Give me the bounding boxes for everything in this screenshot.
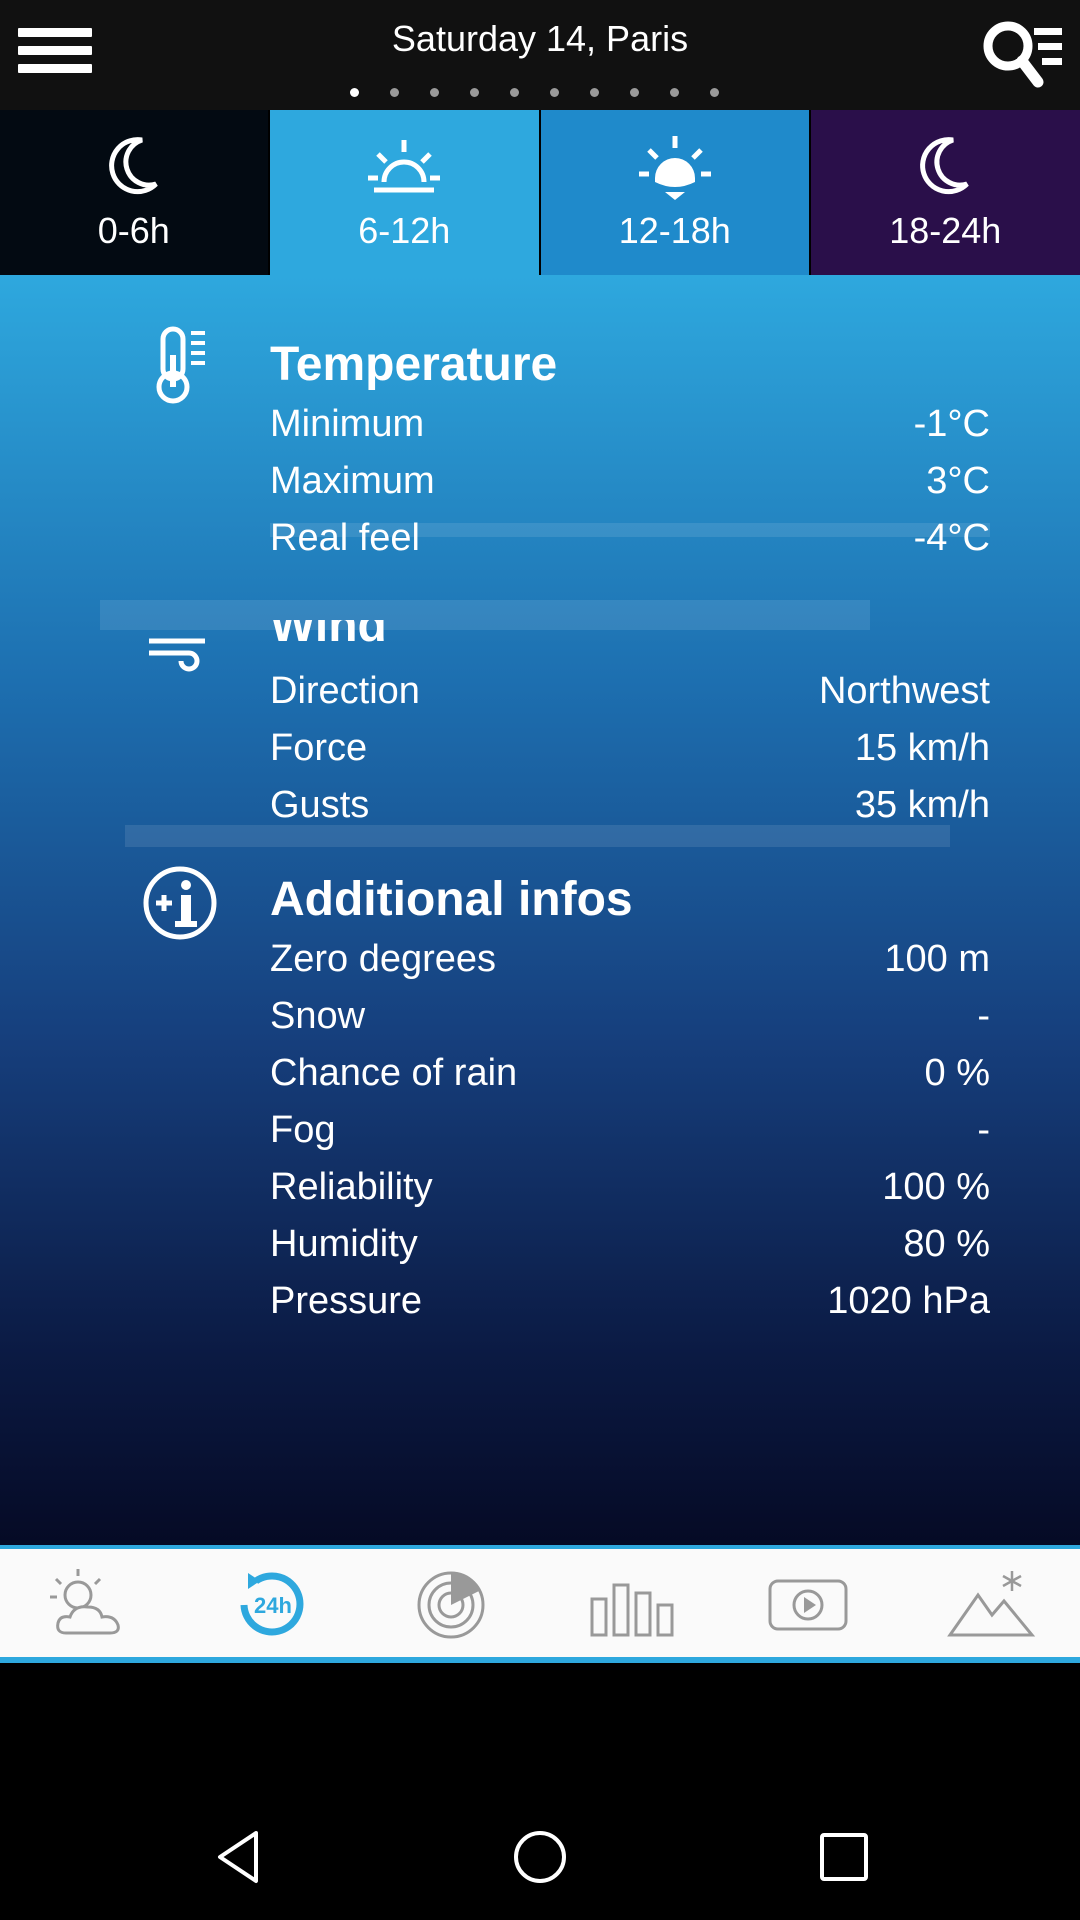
info-row: Humidity 80 % xyxy=(270,1223,990,1279)
section-title-text: Wind xyxy=(270,620,387,650)
row-value: 3°C xyxy=(926,460,990,502)
row-label: Humidity xyxy=(270,1223,418,1265)
row-label: Force xyxy=(270,727,368,769)
row-label: Direction xyxy=(270,670,420,712)
moon-icon xyxy=(94,132,174,202)
page-dot[interactable] xyxy=(430,88,439,97)
row-value: 1020 hPa xyxy=(827,1280,990,1322)
system-navigation-bar xyxy=(0,1795,1080,1920)
info-icon xyxy=(142,865,218,946)
tab-label: 12-18h xyxy=(618,210,731,251)
row-label: Maximum xyxy=(270,460,435,502)
row-label: Fog xyxy=(270,1109,336,1151)
row-label: Minimum xyxy=(270,403,425,445)
page-dot[interactable] xyxy=(590,88,599,97)
page-dot[interactable] xyxy=(470,88,479,97)
section-title-additional: Additional infos xyxy=(270,873,633,926)
wind-row: Gusts 35 km/h xyxy=(270,784,990,840)
row-value: 100 % xyxy=(882,1166,990,1208)
wind-icon xyxy=(145,635,211,680)
chart-icon[interactable] xyxy=(586,1565,676,1645)
tab-12-18h[interactable]: 12-18h xyxy=(541,110,809,275)
section-title-wind: Wind xyxy=(270,620,387,650)
recents-icon[interactable] xyxy=(814,1827,874,1887)
row-value: 100 m xyxy=(884,938,990,980)
row-label: Zero degrees xyxy=(270,938,497,980)
page-dot[interactable] xyxy=(670,88,679,97)
radar-icon[interactable] xyxy=(406,1565,496,1645)
tab-label: 18-24h xyxy=(889,210,1002,251)
row-label: Chance of rain xyxy=(270,1052,518,1094)
section-title-temperature: Temperature xyxy=(270,338,558,391)
page-dot[interactable] xyxy=(710,88,719,97)
moon-icon xyxy=(905,132,985,202)
back-icon[interactable] xyxy=(210,1827,270,1887)
mountain-icon[interactable] xyxy=(946,1565,1036,1645)
info-row: Reliability 100 % xyxy=(270,1166,990,1222)
page-dot[interactable] xyxy=(630,88,639,97)
info-row: Fog - xyxy=(270,1109,990,1165)
bottom-navigation: 24h xyxy=(0,1545,1080,1663)
time-range-tabs: 0-6h 6-12h 12-18h 18-24h xyxy=(0,110,1080,275)
info-row: Chance of rain 0 % xyxy=(270,1052,990,1108)
top-bar: Saturday 14, Paris xyxy=(0,0,1080,110)
temperature-row: Maximum 3°C xyxy=(270,460,990,516)
tab-0-6h[interactable]: 0-6h xyxy=(0,110,268,275)
temperature-row: Real feel -4°C xyxy=(270,517,990,557)
info-row: Zero degrees 100 m xyxy=(270,938,990,994)
sun-icon xyxy=(635,132,715,202)
page-dot[interactable] xyxy=(550,88,559,97)
forecast-details[interactable]: Temperature Minimum -1°C Maximum 3°C Rea… xyxy=(0,275,1080,1545)
row-value: 80 % xyxy=(903,1223,990,1265)
row-value: - xyxy=(977,1109,990,1151)
row-label: Real feel xyxy=(270,517,420,557)
row-label: Reliability xyxy=(270,1166,433,1208)
row-value: 35 km/h xyxy=(854,784,990,826)
wind-row: Direction Northwest xyxy=(270,670,990,726)
row-label: Gusts xyxy=(270,784,370,826)
page-indicator xyxy=(350,88,719,97)
home-icon[interactable] xyxy=(510,1827,570,1887)
temperature-row: Minimum -1°C xyxy=(270,403,990,459)
info-row: Snow - xyxy=(270,995,990,1051)
page-dot[interactable] xyxy=(350,88,359,97)
row-label: Pressure xyxy=(270,1280,423,1322)
row-value: - xyxy=(977,995,990,1037)
info-row: Pressure 1020 hPa xyxy=(270,1280,990,1336)
sunrise-icon xyxy=(364,132,444,202)
tab-label: 0-6h xyxy=(97,210,170,251)
thermometer-icon xyxy=(155,325,215,410)
page-dot[interactable] xyxy=(390,88,399,97)
video-icon[interactable] xyxy=(764,1565,854,1645)
tab-label: 6-12h xyxy=(358,210,451,251)
svg-text:24h: 24h xyxy=(254,1593,292,1618)
row-value: Northwest xyxy=(818,670,990,712)
row-value: 0 % xyxy=(924,1052,990,1094)
row-value: -4°C xyxy=(913,517,990,557)
row-value: 15 km/h xyxy=(854,727,990,769)
row-value: -1°C xyxy=(913,403,990,445)
scroll-fade-band xyxy=(100,600,870,630)
tab-18-24h[interactable]: 18-24h xyxy=(810,110,1080,275)
search-list-icon[interactable] xyxy=(978,16,1066,96)
weather-icon[interactable] xyxy=(44,1565,134,1645)
page-title: Saturday 14, Paris xyxy=(391,18,689,59)
page-dot[interactable] xyxy=(510,88,519,97)
wind-row: Force 15 km/h xyxy=(270,727,990,783)
24h-forecast-icon[interactable]: 24h xyxy=(226,1565,316,1645)
tab-6-12h[interactable]: 6-12h xyxy=(269,110,539,275)
row-label: Snow xyxy=(270,995,366,1037)
